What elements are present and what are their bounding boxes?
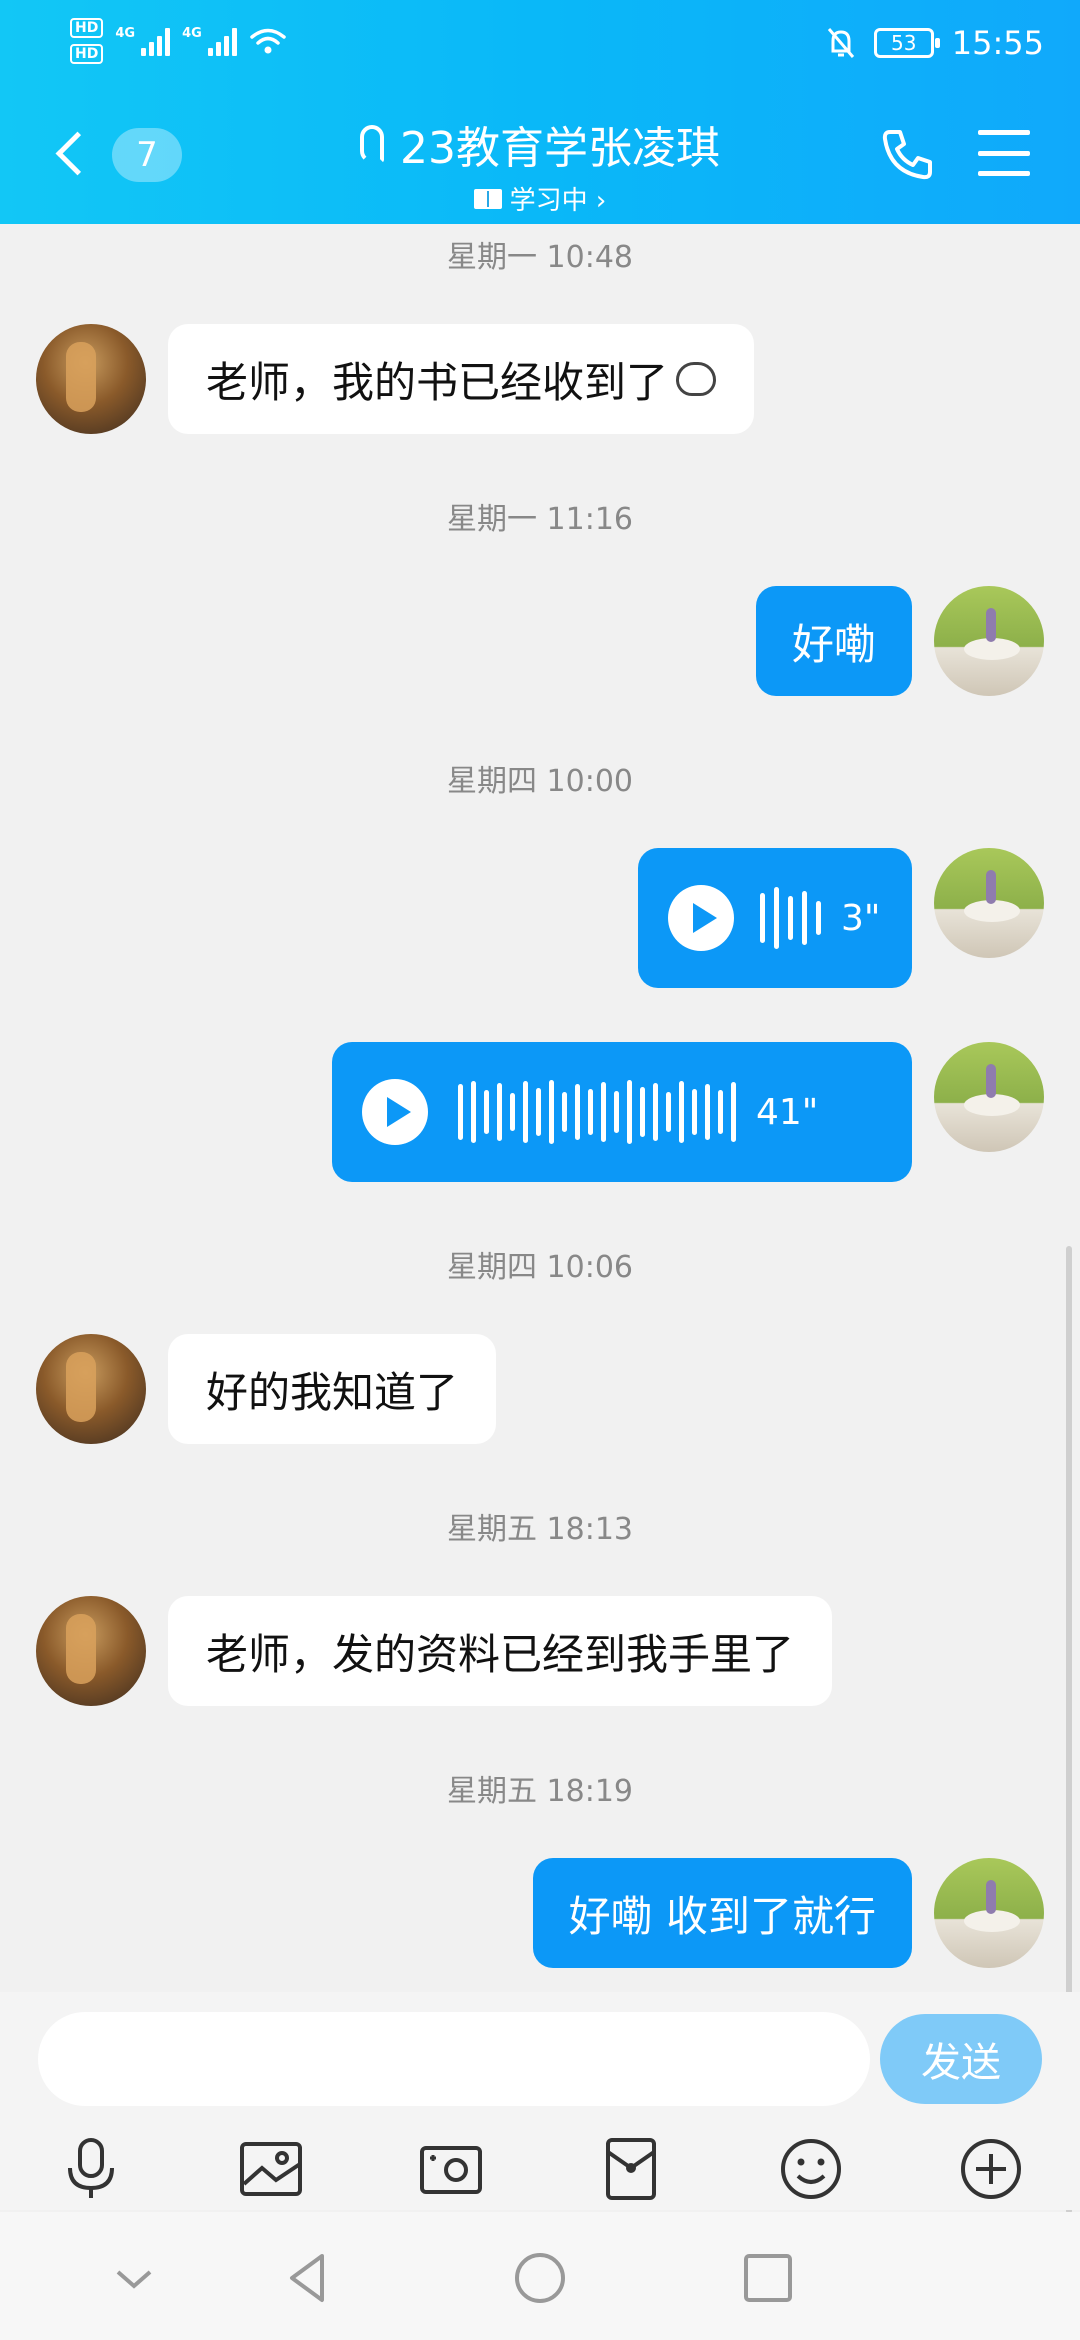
hd1-badge: HD [70, 18, 104, 38]
microphone-icon[interactable] [56, 2134, 126, 2204]
voice-message[interactable]: 3" [638, 848, 912, 988]
clock: 15:55 [951, 24, 1044, 62]
message-bubble[interactable]: 好的我知道了 [168, 1334, 497, 1444]
contact-avatar[interactable] [36, 324, 146, 434]
book-icon [473, 188, 502, 209]
hd-badges: HD HD [70, 18, 104, 64]
signal-icon: 4G [182, 26, 237, 56]
message-text: 好嘞 [791, 619, 876, 669]
chevron-down-icon[interactable] [104, 2248, 164, 2308]
message-input[interactable] [38, 2012, 870, 2106]
message-timestamp: 星期四 10:00 [447, 764, 633, 799]
home-circle-icon[interactable] [510, 2248, 570, 2308]
system-indicators: 53 15:55 [826, 24, 1044, 62]
mute-bell-icon [827, 28, 854, 58]
back-button[interactable] [52, 128, 92, 178]
system-nav-bar [0, 2212, 1080, 2340]
play-icon[interactable] [668, 885, 734, 951]
battery-icon: 53 [873, 28, 940, 58]
sim1-label: 4G [115, 26, 136, 41]
menu-icon[interactable] [978, 130, 1030, 176]
chat-header: HD HD 4G 4G 53 15:55 7 23教育学张凌琪 学习中 › [0, 0, 1080, 224]
waveform-icon [760, 887, 821, 949]
message-bubble[interactable]: 老师，发的资料已经到我手里了 [168, 1596, 833, 1706]
message-text: 老师，我的书已经收到了 [206, 357, 669, 407]
emoji-icon[interactable] [776, 2134, 846, 2204]
plus-icon[interactable] [956, 2134, 1026, 2204]
message-timestamp: 星期四 10:06 [447, 1250, 633, 1285]
contact-avatar[interactable] [36, 1334, 146, 1444]
my-avatar[interactable] [934, 1042, 1044, 1152]
recents-square-icon[interactable] [738, 2248, 798, 2308]
contact-avatar[interactable] [36, 1596, 146, 1706]
wifi-icon [250, 28, 286, 54]
message-bubble[interactable]: 好嘞 收到了就行 [532, 1858, 912, 1968]
network-indicators: HD HD 4G 4G [70, 18, 287, 64]
my-avatar[interactable] [934, 1858, 1044, 1968]
message-bubble[interactable]: 老师，我的书已经收到了 [168, 324, 755, 434]
message-timestamp: 星期五 18:19 [447, 1774, 633, 1809]
message-bubble[interactable]: 好嘞 [755, 586, 912, 696]
send-button[interactable]: 发送 [880, 2014, 1042, 2104]
message-text: 好嘞 收到了就行 [568, 1891, 876, 1941]
signal-icon: 4G [115, 26, 171, 56]
my-avatar[interactable] [934, 586, 1044, 696]
camera-icon[interactable] [416, 2134, 486, 2204]
message-timestamp: 星期五 18:13 [447, 1512, 633, 1547]
my-avatar[interactable] [934, 848, 1044, 958]
contact-name: 23教育学张凌琪 [400, 123, 720, 174]
sim2-label: 4G [182, 26, 202, 41]
bear-emoji-icon [676, 362, 717, 396]
play-icon[interactable] [362, 1079, 428, 1145]
composer-bar: 发送 [0, 1992, 1080, 2210]
chat-title-area[interactable]: 23教育学张凌琪 学习中 › [320, 112, 760, 217]
hd2-badge: HD [70, 44, 104, 64]
message-timestamp: 星期一 11:16 [447, 502, 633, 537]
image-icon[interactable] [236, 2134, 306, 2204]
message-text: 好的我知道了 [206, 1367, 459, 1417]
waveform-icon [458, 1080, 736, 1144]
unread-count-badge[interactable]: 7 [112, 128, 182, 182]
voice-duration: 3" [841, 897, 881, 939]
ear-icon [360, 125, 384, 163]
back-triangle-icon[interactable] [278, 2248, 338, 2308]
status-bar: HD HD 4G 4G 53 15:55 [0, 0, 1080, 90]
message-text: 老师，发的资料已经到我手里了 [206, 1629, 795, 1679]
red-packet-icon[interactable] [596, 2134, 666, 2204]
voice-message[interactable]: 41" [332, 1042, 912, 1182]
message-timestamp: 星期一 10:48 [447, 240, 633, 275]
contact-status: 学习中 › [509, 186, 607, 216]
voice-duration: 41" [756, 1091, 819, 1133]
message-list[interactable]: 星期一 10:48 老师，我的书已经收到了 星期一 11:16 好嘞 星期四 1… [0, 224, 1080, 2214]
phone-icon[interactable] [880, 126, 936, 182]
